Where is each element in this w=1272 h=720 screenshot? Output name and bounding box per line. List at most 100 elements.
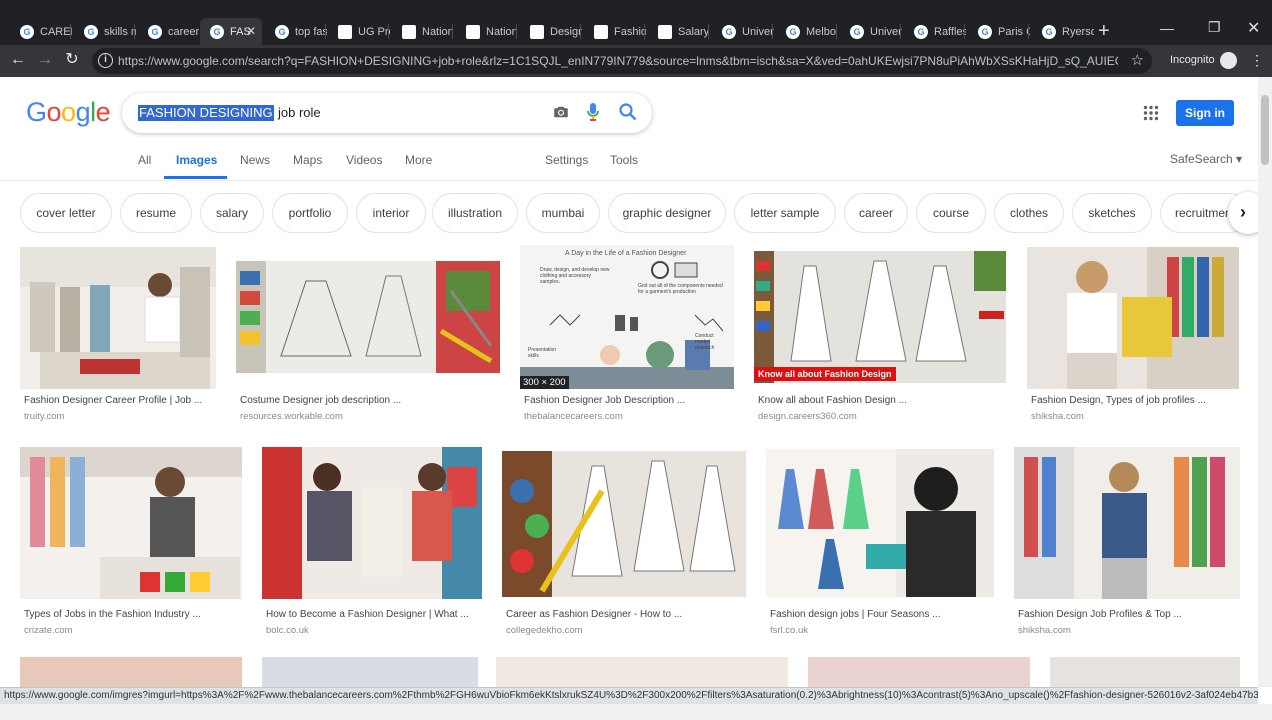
search-query-rest[interactable]: job role: [278, 105, 321, 121]
result-source: shiksha.com: [1031, 411, 1084, 422]
result-image-thumbnail[interactable]: [502, 451, 746, 597]
result-image-thumbnail[interactable]: [262, 657, 478, 687]
browser-tab[interactable]: G Univer: [712, 18, 774, 45]
browser-tab[interactable]: G FAS ✕: [200, 18, 262, 45]
tools-link[interactable]: Tools: [610, 153, 638, 167]
browser-menu-icon[interactable]: ⋮: [1250, 51, 1264, 69]
tab-videos[interactable]: Videos: [346, 153, 382, 167]
result-image-thumbnail[interactable]: [20, 247, 216, 389]
close-tab-icon[interactable]: ✕: [246, 24, 256, 38]
microphone-icon[interactable]: [586, 102, 600, 122]
url-text[interactable]: https://www.google.com/search?q=FASHION+…: [118, 54, 1118, 68]
result-caption-link[interactable]: Fashion Designer Career Profile | Job ..…: [24, 395, 216, 406]
tab-all[interactable]: All: [138, 153, 151, 167]
result-caption-link[interactable]: Types of Jobs in the Fashion Industry ..…: [24, 609, 242, 620]
settings-link[interactable]: Settings: [545, 153, 588, 167]
result-caption-link[interactable]: How to Become a Fashion Designer | What …: [266, 609, 482, 620]
browser-tab[interactable]: G Melbo: [776, 18, 838, 45]
tab-label: Univer: [742, 25, 774, 38]
result-image-thumbnail[interactable]: [20, 657, 242, 687]
search-query-selected[interactable]: FASHION DESIGNING: [138, 105, 274, 121]
filter-chip-illustration[interactable]: illustration: [432, 193, 518, 233]
tab-separator: [452, 24, 453, 39]
result-image-thumbnail[interactable]: [20, 447, 242, 599]
browser-tab[interactable]: Nation: [456, 18, 518, 45]
search-icon[interactable]: [618, 102, 638, 122]
browser-tab[interactable]: Gtop fas: [265, 18, 327, 45]
infographic-note: Presentation skills: [528, 347, 557, 359]
tab-more[interactable]: More: [405, 153, 432, 167]
google-favicon-icon: G: [84, 24, 98, 39]
search-box[interactable]: FASHION DESIGNING job role: [122, 93, 652, 133]
reload-icon[interactable]: ↻: [61, 49, 83, 71]
google-logo[interactable]: Google: [26, 97, 111, 128]
new-tab-button[interactable]: +: [1098, 20, 1110, 42]
result-image-thumbnail[interactable]: [496, 657, 788, 687]
browser-tab[interactable]: G Univer: [840, 18, 902, 45]
browser-tab[interactable]: G Ryerso: [1032, 18, 1094, 45]
result-image-thumbnail[interactable]: 300 × 200 A Day in the Life of a Fashion …: [520, 245, 734, 389]
result-image-thumbnail[interactable]: Know all about Fashion Design: [754, 251, 1006, 383]
browser-tab[interactable]: G CAREE: [10, 18, 72, 45]
browser-tab[interactable]: Fashion: [584, 18, 646, 45]
browser-tab[interactable]: Gcareer: [138, 18, 200, 45]
filter-chip-cover-letter[interactable]: cover letter: [20, 193, 112, 233]
maximize-icon[interactable]: ❐: [1208, 19, 1221, 36]
result-image-thumbnail[interactable]: [262, 447, 482, 599]
tab-images[interactable]: Images: [176, 153, 217, 167]
browser-tab[interactable]: G Paris C: [968, 18, 1030, 45]
result-caption-link[interactable]: Career as Fashion Designer - How to ...: [506, 609, 746, 620]
result-caption-link[interactable]: Know all about Fashion Design ...: [758, 395, 1006, 406]
logo-letter: e: [95, 97, 111, 127]
filter-chip-mumbai[interactable]: mumbai: [526, 193, 600, 233]
filter-chip-sketches[interactable]: sketches: [1072, 193, 1152, 233]
scrollbar-thumb[interactable]: [1261, 95, 1269, 165]
result-caption-link[interactable]: Fashion design jobs | Four Seasons ...: [770, 609, 994, 620]
result-caption-link[interactable]: Fashion Design, Types of job profiles ..…: [1031, 395, 1239, 406]
filter-chip-interior[interactable]: interior: [356, 193, 426, 233]
result-image-thumbnail[interactable]: [1014, 447, 1240, 599]
close-window-icon[interactable]: ✕: [1247, 18, 1260, 38]
result-caption-link[interactable]: Fashion Designer Job Description ...: [524, 395, 734, 406]
tab-label: UG Pro: [358, 25, 390, 38]
filter-chip-salary[interactable]: salary: [200, 193, 264, 233]
apps-grid-icon[interactable]: [1143, 105, 1159, 121]
browser-tab[interactable]: G Raffles: [904, 18, 966, 45]
browser-tab[interactable]: Design: [520, 18, 582, 45]
result-image-thumbnail[interactable]: [236, 261, 500, 373]
browser-tab[interactable]: UG Pro: [328, 18, 390, 45]
google-favicon-icon: G: [275, 24, 289, 39]
browser-tab[interactable]: Gskills n: [74, 18, 136, 45]
sign-in-button[interactable]: Sign in: [1176, 100, 1234, 126]
back-arrow-icon[interactable]: ←: [7, 49, 29, 71]
result-caption-link[interactable]: Costume Designer job description ...: [240, 395, 500, 406]
result-caption-link[interactable]: Fashion Design Job Profiles & Top ...: [1018, 609, 1240, 620]
result-image-thumbnail[interactable]: [1027, 247, 1239, 389]
result-image-thumbnail[interactable]: [808, 657, 1030, 687]
filter-chip-letter-sample[interactable]: letter sample: [734, 193, 836, 233]
browser-tab[interactable]: Salary: [648, 18, 710, 45]
forward-arrow-icon[interactable]: →: [34, 49, 56, 71]
result-source: design.careers360.com: [758, 411, 857, 422]
incognito-icon[interactable]: [1220, 52, 1237, 69]
logo-letter: o: [46, 97, 62, 127]
site-info-icon[interactable]: i: [98, 53, 113, 68]
minimize-icon[interactable]: —: [1160, 20, 1174, 36]
safesearch-toggle[interactable]: SafeSearch ▾: [1170, 152, 1242, 166]
filter-chip-resume[interactable]: resume: [120, 193, 192, 233]
filter-chip-portfolio[interactable]: portfolio: [272, 193, 348, 233]
filter-chip-career[interactable]: career: [844, 193, 908, 233]
filter-chip-clothes[interactable]: clothes: [994, 193, 1064, 233]
filter-chip-graphic-designer[interactable]: graphic designer: [608, 193, 726, 233]
tab-separator: [325, 24, 326, 39]
bookmark-star-icon[interactable]: ☆: [1131, 51, 1144, 69]
filter-chip-course[interactable]: course: [916, 193, 986, 233]
result-image-thumbnail[interactable]: [1050, 657, 1240, 687]
address-bar[interactable]: i https://www.google.com/search?q=FASHIO…: [92, 48, 1152, 74]
camera-icon[interactable]: [552, 103, 570, 121]
result-image-thumbnail[interactable]: [766, 449, 994, 597]
page-scrollbar[interactable]: [1258, 77, 1272, 687]
tab-maps[interactable]: Maps: [293, 153, 322, 167]
tab-news[interactable]: News: [240, 153, 270, 167]
browser-tab[interactable]: Nation: [392, 18, 454, 45]
